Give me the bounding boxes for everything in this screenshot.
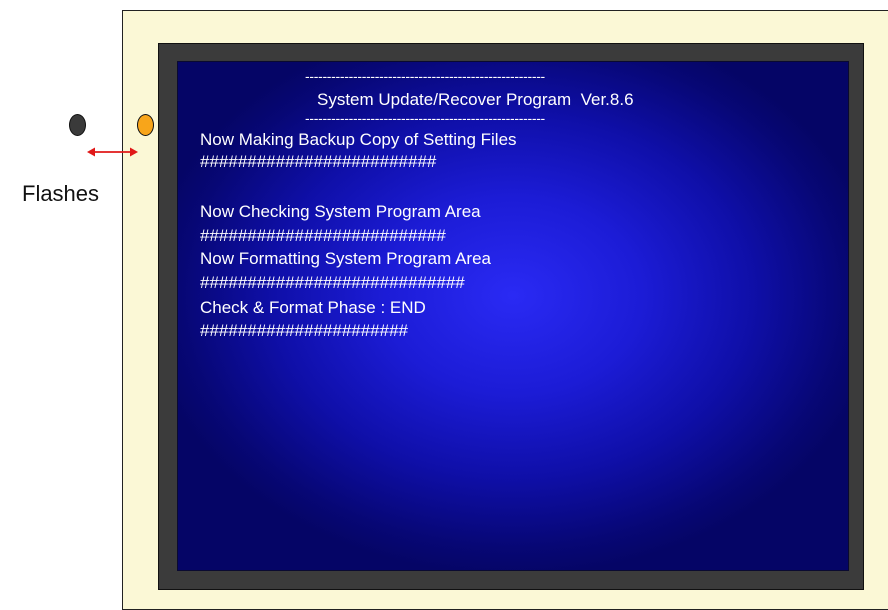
status-line-format: Now Formatting System Program Area xyxy=(200,249,491,268)
status-led-orange xyxy=(137,114,154,136)
progress-line-backup: ######################### xyxy=(200,152,437,171)
double-arrow-icon xyxy=(87,147,138,157)
progress-line-check: ########################## xyxy=(200,226,446,245)
progress-line-format: ############################ xyxy=(200,273,465,292)
title-rule-bottom: ----------------------------------------… xyxy=(305,110,545,126)
status-line-check: Now Checking System Program Area xyxy=(200,202,481,221)
program-title: System Update/Recover Program Ver.8.6 xyxy=(317,90,634,109)
status-line-end: Check & Format Phase : END xyxy=(200,298,426,317)
status-line-backup: Now Making Backup Copy of Setting Files xyxy=(200,130,517,149)
progress-line-end: ###################### xyxy=(200,321,409,340)
title-rule-top: ----------------------------------------… xyxy=(305,68,545,84)
flashes-label: Flashes xyxy=(22,181,100,206)
status-led-off xyxy=(69,114,86,136)
